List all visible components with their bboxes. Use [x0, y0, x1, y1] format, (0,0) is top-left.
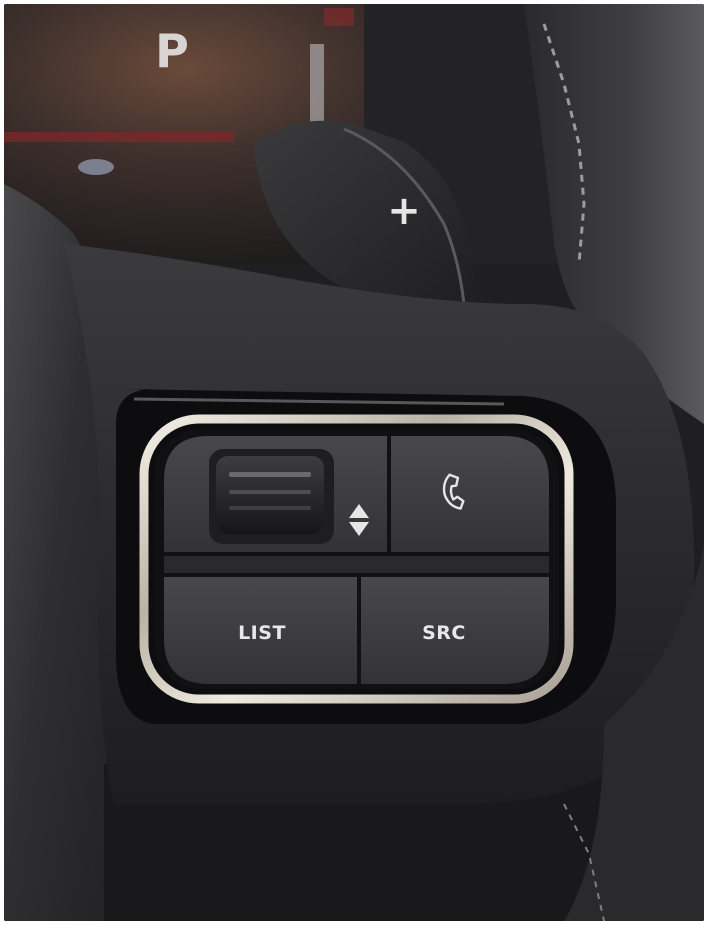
- button-separator-bar: [164, 556, 549, 573]
- phone-control-button[interactable]: [391, 436, 549, 552]
- photo: P + LIST SRC: [4, 4, 704, 921]
- list-control-button[interactable]: [164, 577, 357, 684]
- scroll-wheel-control[interactable]: [164, 436, 387, 552]
- gear-indicator: P: [155, 24, 189, 78]
- cluster-red-accent: [4, 132, 234, 142]
- src-control-button[interactable]: [361, 577, 549, 684]
- cluster-indicator-light: [78, 159, 114, 175]
- cluster-gauge-red: [324, 8, 354, 26]
- paddle-shifter-control[interactable]: [254, 114, 474, 304]
